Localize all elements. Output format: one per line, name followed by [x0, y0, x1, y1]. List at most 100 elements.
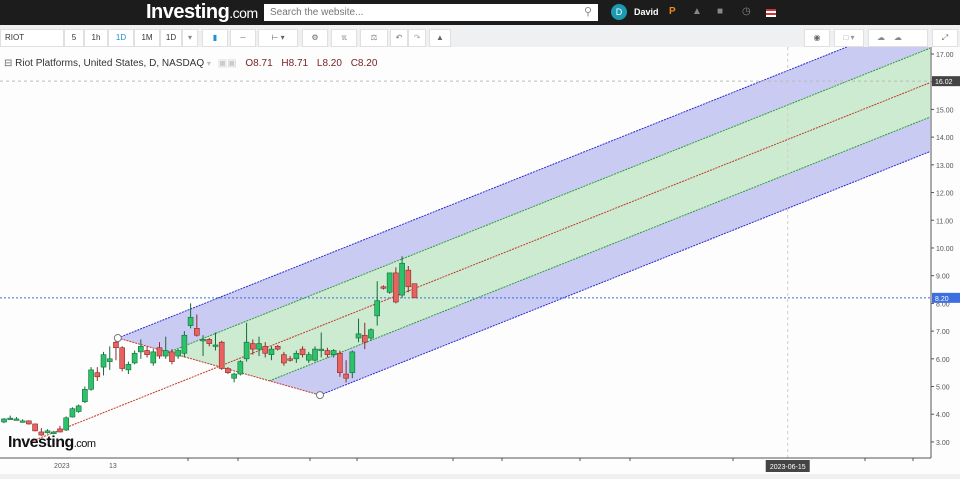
candle-body: [119, 347, 125, 369]
fullscreen-icon[interactable]: ⤢: [932, 29, 958, 47]
price-tick-label: 3.00: [936, 440, 950, 447]
candle-body: [274, 346, 281, 350]
legend-high: H8.71: [281, 58, 309, 69]
investing-watermark: Investing.com: [8, 434, 96, 451]
candle-body: [1, 418, 7, 423]
pitchfork-handle: [315, 391, 324, 400]
interval-dropdown[interactable]: ▾: [182, 29, 198, 47]
undo-icon[interactable]: ↶: [390, 29, 408, 47]
candle-body: [26, 420, 32, 425]
candle-body: [268, 348, 275, 355]
interval-5[interactable]: 5: [64, 29, 84, 47]
price-tick-label: 9.00: [936, 274, 950, 281]
price-tick-label: 11.00: [936, 218, 953, 225]
candle-body: [361, 334, 368, 343]
candle-body: [200, 339, 206, 342]
candles-icon[interactable]: ▮: [202, 29, 228, 47]
candle-body: [206, 339, 213, 344]
username[interactable]: David: [634, 7, 659, 17]
pitchfork-inner-fill: [168, 48, 930, 381]
candle-body: [94, 372, 101, 378]
candle-body: [305, 354, 312, 361]
candle-body: [386, 272, 393, 293]
interval-1h[interactable]: 1h: [84, 29, 108, 47]
symbol-input[interactable]: RIOT: [0, 29, 64, 47]
legend-open: O8.71: [245, 58, 273, 69]
marker-price-badge: 16.02: [935, 79, 953, 86]
search-icon[interactable]: ⚲: [584, 5, 592, 18]
investing-logo[interactable]: Investing.com: [146, 1, 258, 24]
us-flag-icon[interactable]: [766, 9, 776, 17]
interval-more[interactable]: 1D: [160, 29, 182, 47]
candle-body: [181, 334, 188, 354]
candle-body: [256, 343, 262, 350]
candle-body: [19, 420, 26, 423]
cloud-download-icon[interactable]: ☁ ☁: [868, 29, 928, 47]
candle-body: [169, 351, 175, 362]
candle-body: [343, 373, 349, 379]
legend-close: C8.20: [350, 58, 378, 69]
candle-body: [113, 341, 119, 349]
candle-body: [69, 408, 76, 418]
candle-body: [237, 361, 244, 375]
bell-icon[interactable]: ▲: [692, 6, 702, 17]
candle-body: [380, 286, 387, 289]
gear-icon[interactable]: ⚙: [302, 29, 328, 47]
candle-body: [218, 341, 225, 369]
candle-body: [374, 300, 381, 317]
time-tick-label: 13: [109, 463, 117, 470]
candle-body: [287, 358, 293, 361]
price-tick-label: 17.00: [936, 52, 954, 59]
candle-body: [250, 343, 256, 350]
price-tick-label: 14.00: [936, 135, 954, 142]
briefcase-icon[interactable]: ■: [717, 6, 723, 17]
price-chart[interactable]: 17.0016.0015.0014.0013.0012.0011.0010.00…: [0, 47, 960, 474]
clock-icon[interactable]: ◷: [742, 6, 751, 17]
compare-icon[interactable]: ⚖: [360, 29, 388, 47]
interval-1m[interactable]: 1M: [134, 29, 160, 47]
indicators-icon[interactable]: ℼ: [331, 29, 357, 47]
candle-body: [187, 316, 194, 326]
price-tick-label: 7.00: [936, 329, 950, 336]
price-tick-label: 10.00: [936, 246, 954, 253]
legend-title: Riot Platforms, United States, D, NASDAQ: [15, 58, 205, 69]
candle-body: [405, 269, 412, 288]
candle-body: [330, 350, 337, 355]
camera-icon[interactable]: ◉: [804, 29, 830, 47]
candle-body: [411, 283, 418, 299]
legend-settings-icon[interactable]: ▣▣: [218, 58, 237, 69]
chart-legend: ⊟ Riot Platforms, United States, D, NASD…: [4, 58, 377, 69]
candle-body: [231, 373, 237, 379]
candle-body: [299, 348, 306, 355]
candle-body: [194, 328, 200, 336]
pro-icon[interactable]: P: [669, 6, 676, 17]
line-chart-icon[interactable]: ∽: [230, 29, 256, 47]
candle-body: [125, 364, 132, 371]
candle-body: [175, 350, 181, 357]
candle-body: [225, 368, 231, 373]
candle-body: [63, 417, 70, 431]
chart-template-icon[interactable]: □ ▾: [834, 29, 864, 47]
legend-dropdown-icon[interactable]: ▾: [207, 59, 211, 68]
top-nav: Investing.com ⚲ D David P ▲ ■ ◷: [0, 0, 960, 25]
last-price-badge: 8.20: [935, 296, 949, 303]
chart-toolbar: RIOT 5 1h 1D 1M 1D ▾ ▮ ∽ ⊢ ▾ ⚙ ℼ ⚖ ↶ ↷ ▲…: [0, 27, 960, 47]
alert-add-icon[interactable]: ▲: [429, 29, 451, 47]
candle-body: [57, 428, 63, 433]
chart-area[interactable]: 17.0016.0015.0014.0013.0012.0011.0010.00…: [0, 47, 960, 474]
avatar[interactable]: D: [611, 4, 627, 20]
collapse-icon[interactable]: ⊟: [4, 58, 12, 69]
crosshair-date-label: 2023-06-15: [770, 464, 806, 471]
candle-body: [138, 346, 144, 353]
candle-body: [324, 350, 331, 355]
candle-body: [212, 344, 219, 347]
interval-1d[interactable]: 1D: [108, 29, 134, 47]
logo-suffix: .com: [229, 5, 258, 21]
candle-body: [131, 352, 138, 364]
drawing-tools-icon[interactable]: ⊢ ▾: [258, 29, 298, 47]
candle-body: [144, 350, 150, 355]
candle-body: [162, 350, 169, 357]
redo-icon[interactable]: ↷: [408, 29, 426, 47]
legend-low: L8.20: [316, 58, 342, 69]
search-input[interactable]: [264, 4, 598, 21]
